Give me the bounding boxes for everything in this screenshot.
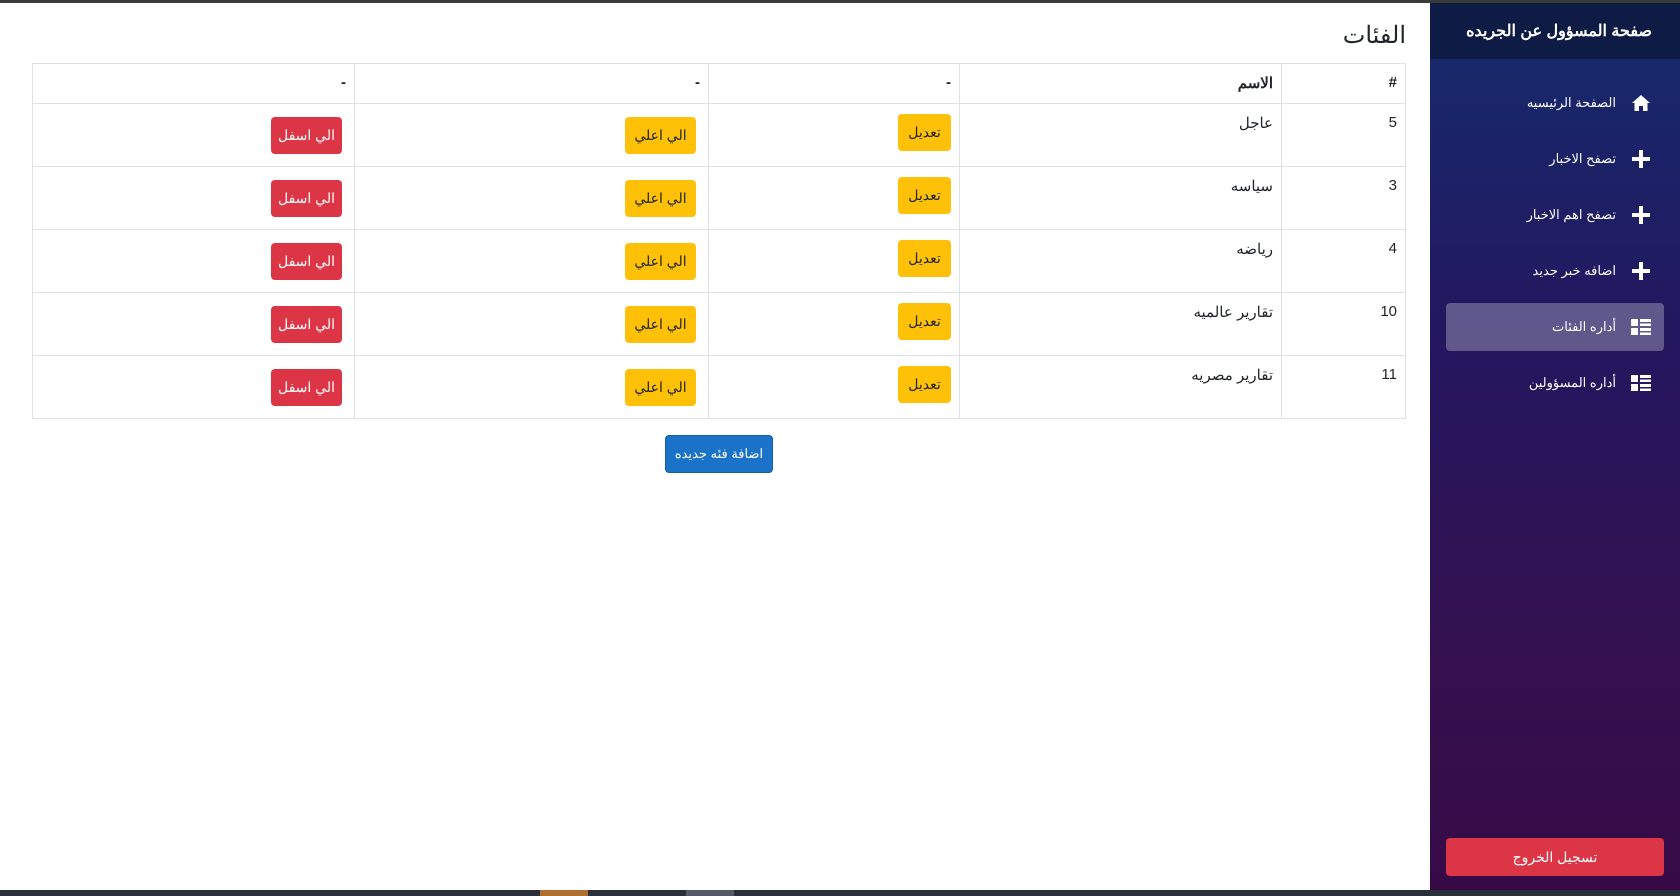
sidebar-item-top-news[interactable]: تصفح اهم الاخبار: [1446, 191, 1664, 239]
move-up-button[interactable]: الي اعلي: [625, 369, 696, 406]
category-id: 11: [1281, 355, 1406, 419]
move-up-button[interactable]: الي اعلي: [625, 117, 696, 154]
add-category-button[interactable]: اضافة فئه جديده: [665, 435, 773, 473]
sidebar-item-label: اضافه خبر جديد: [1532, 263, 1616, 278]
category-name: تقارير عالميه: [959, 292, 1282, 356]
sidebar-item-label: أداره المسؤولين: [1528, 375, 1616, 390]
move-down-button[interactable]: الي اسفل: [271, 306, 342, 343]
plus-icon: [1630, 204, 1652, 226]
category-id: 5: [1281, 103, 1406, 167]
edit-cell: تعديل: [708, 103, 960, 167]
table-row: 5 عاجل تعديل الي اعلي الي اسفل: [32, 103, 1406, 167]
sidebar-item-home[interactable]: الصفحة الرئيسيه: [1446, 79, 1664, 127]
edit-cell: تعديل: [708, 166, 960, 230]
sidebar-item-label: تصفح الاخبار: [1549, 151, 1616, 166]
plus-icon: [1630, 260, 1652, 282]
move-down-cell: الي اسفل: [32, 103, 355, 167]
sidebar-item-add-news[interactable]: اضافه خبر جديد: [1446, 247, 1664, 295]
edit-cell: تعديل: [708, 292, 960, 356]
move-up-cell: الي اعلي: [354, 355, 709, 419]
move-down-cell: الي اسفل: [32, 355, 355, 419]
list-icon: [1630, 372, 1652, 394]
move-down-cell: الي اسفل: [32, 166, 355, 230]
category-id: 4: [1281, 229, 1406, 293]
sidebar-item-label: الصفحة الرئيسيه: [1526, 95, 1616, 110]
move-down-button[interactable]: الي اسفل: [271, 117, 342, 154]
sidebar-item-browse-news[interactable]: تصفح الاخبار: [1446, 135, 1664, 183]
edit-cell: تعديل: [708, 229, 960, 293]
table-row: 11 تقارير مصريه تعديل الي اعلي الي اسفل: [32, 355, 1406, 419]
taskbar-strip: [0, 890, 1680, 896]
category-name: رياضه: [959, 229, 1282, 293]
plus-icon: [1630, 148, 1652, 170]
table-header-row: # الاسم - - -: [32, 63, 1406, 104]
column-header-name: الاسم: [959, 63, 1282, 104]
move-up-cell: الي اعلي: [354, 103, 709, 167]
column-header-up: -: [354, 63, 709, 104]
move-up-button[interactable]: الي اعلي: [625, 243, 696, 280]
edit-cell: تعديل: [708, 355, 960, 419]
sidebar-item-label: تصفح اهم الاخبار: [1526, 207, 1616, 222]
logout-button[interactable]: تسجيل الخروج: [1446, 838, 1664, 876]
sidebar-item-categories[interactable]: أداره الفئات: [1446, 303, 1664, 351]
sidebar-title: صفحة المسؤول عن الجريده: [1430, 3, 1680, 59]
sidebar: صفحة المسؤول عن الجريده الصفحة الرئيسيه …: [1430, 3, 1680, 890]
category-id: 3: [1281, 166, 1406, 230]
edit-button[interactable]: تعديل: [898, 114, 951, 151]
move-up-button[interactable]: الي اعلي: [625, 180, 696, 217]
column-header-id: #: [1281, 63, 1406, 104]
table-row: 3 سياسه تعديل الي اعلي الي اسفل: [32, 166, 1406, 230]
table-row: 4 رياضه تعديل الي اعلي الي اسفل: [32, 229, 1406, 293]
list-icon: [1630, 316, 1652, 338]
edit-button[interactable]: تعديل: [898, 303, 951, 340]
move-up-button[interactable]: الي اعلي: [625, 306, 696, 343]
categories-table: # الاسم - - - 5 عاجل تعديل الي اعلي الي …: [32, 63, 1406, 419]
sidebar-item-label: أداره الفئات: [1552, 319, 1616, 334]
move-down-button[interactable]: الي اسفل: [271, 180, 342, 217]
main-content: الفئات # الاسم - - - 5 عاجل تعديل الي اع…: [0, 3, 1430, 883]
edit-button[interactable]: تعديل: [898, 366, 951, 403]
sidebar-nav: الصفحة الرئيسيه تصفح الاخبار تصفح اهم ال…: [1430, 79, 1680, 407]
category-name: سياسه: [959, 166, 1282, 230]
edit-button[interactable]: تعديل: [898, 177, 951, 214]
column-header-edit: -: [708, 63, 960, 104]
taskbar-segment: [540, 890, 588, 896]
page-title: الفئات: [1342, 22, 1406, 49]
category-name: عاجل: [959, 103, 1282, 167]
move-down-button[interactable]: الي اسفل: [271, 369, 342, 406]
table-row: 10 تقارير عالميه تعديل الي اعلي الي اسفل: [32, 292, 1406, 356]
move-up-cell: الي اعلي: [354, 166, 709, 230]
home-icon: [1630, 92, 1652, 114]
category-id: 10: [1281, 292, 1406, 356]
category-name: تقارير مصريه: [959, 355, 1282, 419]
edit-button[interactable]: تعديل: [898, 240, 951, 277]
move-down-cell: الي اسفل: [32, 292, 355, 356]
taskbar-segment: [686, 890, 734, 896]
move-down-cell: الي اسفل: [32, 229, 355, 293]
move-down-button[interactable]: الي اسفل: [271, 243, 342, 280]
move-up-cell: الي اعلي: [354, 292, 709, 356]
column-header-down: -: [32, 63, 355, 104]
move-up-cell: الي اعلي: [354, 229, 709, 293]
sidebar-item-admins[interactable]: أداره المسؤولين: [1446, 359, 1664, 407]
